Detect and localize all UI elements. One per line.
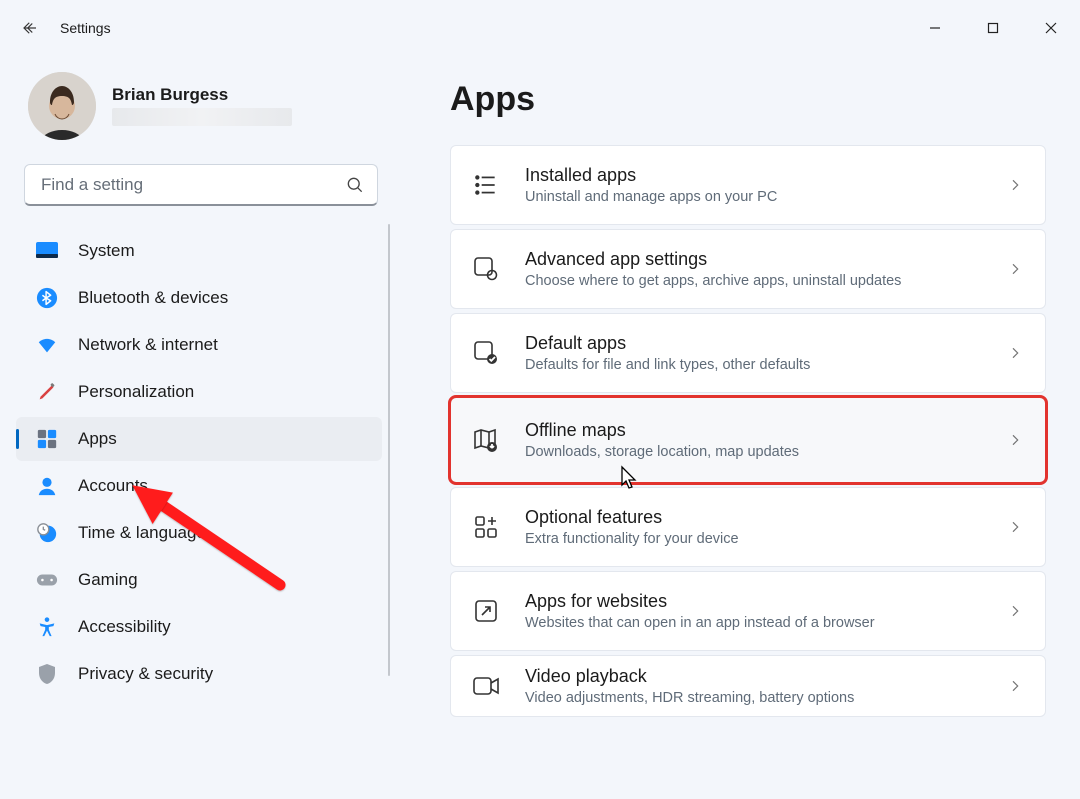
bluetooth-icon [36,287,58,309]
chevron-right-icon [1007,261,1023,277]
card-offline-maps[interactable]: Offline maps Downloads, storage location… [450,397,1046,483]
app-link-icon [471,596,501,626]
globe-clock-icon [36,522,58,544]
card-advanced-settings[interactable]: Advanced app settings Choose where to ge… [450,229,1046,309]
close-button[interactable] [1022,5,1080,51]
shield-icon [36,663,58,685]
sidebar-item-accounts[interactable]: Accounts [16,464,382,508]
sidebar-item-label: Accounts [78,476,148,496]
sidebar-item-label: System [78,241,135,261]
chevron-right-icon [1007,345,1023,361]
card-title: Optional features [525,507,1007,529]
card-title: Advanced app settings [525,249,1007,271]
card-title: Apps for websites [525,591,1007,613]
card-title: Default apps [525,333,1007,355]
nav-list: System Bluetooth & devices Network & int… [0,220,400,696]
page-title: Apps [450,80,1046,119]
card-optional-features[interactable]: Optional features Extra functionality fo… [450,487,1046,567]
card-subtitle: Defaults for file and link types, other … [525,357,1007,373]
card-video-playback[interactable]: Video playback Video adjustments, HDR st… [450,655,1046,717]
card-title: Offline maps [525,420,1007,442]
system-icon [36,240,58,262]
app-check-icon [471,338,501,368]
card-default-apps[interactable]: Default apps Defaults for file and link … [450,313,1046,393]
sidebar-item-personalization[interactable]: Personalization [16,370,382,414]
window-controls [906,5,1080,51]
card-installed-apps[interactable]: Installed apps Uninstall and manage apps… [450,145,1046,225]
card-subtitle: Downloads, storage location, map updates [525,444,1007,460]
search-field[interactable] [24,164,378,206]
sidebar-item-accessibility[interactable]: Accessibility [16,605,382,649]
profile-name: Brian Burgess [112,86,292,105]
card-subtitle: Uninstall and manage apps on your PC [525,189,1007,205]
grid-plus-icon [471,512,501,542]
avatar [28,72,96,140]
maximize-icon [987,22,999,34]
sidebar-item-network[interactable]: Network & internet [16,323,382,367]
sidebar-item-time[interactable]: Time & language [16,511,382,555]
card-subtitle: Video adjustments, HDR streaming, batter… [525,690,1007,706]
map-download-icon [471,425,501,455]
gamepad-icon [36,569,58,591]
sidebar-item-bluetooth[interactable]: Bluetooth & devices [16,276,382,320]
chevron-right-icon [1007,177,1023,193]
card-apps-for-websites[interactable]: Apps for websites Websites that can open… [450,571,1046,651]
settings-card-list: Installed apps Uninstall and manage apps… [450,145,1046,717]
video-icon [471,671,501,701]
card-title: Video playback [525,666,1007,688]
sidebar-item-apps[interactable]: Apps [16,417,382,461]
apps-icon [36,428,58,450]
card-subtitle: Extra functionality for your device [525,531,1007,547]
search-input[interactable] [39,174,345,196]
card-subtitle: Websites that can open in an app instead… [525,615,1007,631]
sidebar: Brian Burgess System Bluet [0,56,400,799]
search-icon [345,175,365,195]
chevron-right-icon [1007,603,1023,619]
main-content: Apps Installed apps Uninstall and manage… [400,56,1080,799]
minimize-button[interactable] [906,5,964,51]
wifi-icon [36,334,58,356]
chevron-right-icon [1007,678,1023,694]
sidebar-item-label: Apps [78,429,117,449]
sidebar-scrollbar[interactable] [388,224,390,676]
chevron-right-icon [1007,432,1023,448]
list-icon [471,170,501,200]
chevron-right-icon [1007,519,1023,535]
titlebar: Settings [0,0,1080,56]
profile-email-redacted [112,108,292,126]
close-icon [1045,22,1057,34]
arrow-left-icon [21,19,39,37]
brush-icon [36,381,58,403]
sidebar-item-privacy[interactable]: Privacy & security [16,652,382,696]
sidebar-item-label: Accessibility [78,617,171,637]
sidebar-item-label: Privacy & security [78,664,213,684]
sidebar-item-system[interactable]: System [16,229,382,273]
sidebar-item-gaming[interactable]: Gaming [16,558,382,602]
app-title: Settings [60,20,111,36]
card-title: Installed apps [525,165,1007,187]
accessibility-icon [36,616,58,638]
sidebar-item-label: Gaming [78,570,138,590]
sidebar-item-label: Personalization [78,382,194,402]
sidebar-item-label: Time & language [78,523,206,543]
minimize-icon [929,22,941,34]
sidebar-item-label: Bluetooth & devices [78,288,228,308]
sidebar-item-label: Network & internet [78,335,218,355]
person-icon [36,475,58,497]
profile-block[interactable]: Brian Burgess [0,62,400,164]
maximize-button[interactable] [964,5,1022,51]
card-subtitle: Choose where to get apps, archive apps, … [525,273,1007,289]
app-gear-icon [471,254,501,284]
back-button[interactable] [6,4,54,52]
